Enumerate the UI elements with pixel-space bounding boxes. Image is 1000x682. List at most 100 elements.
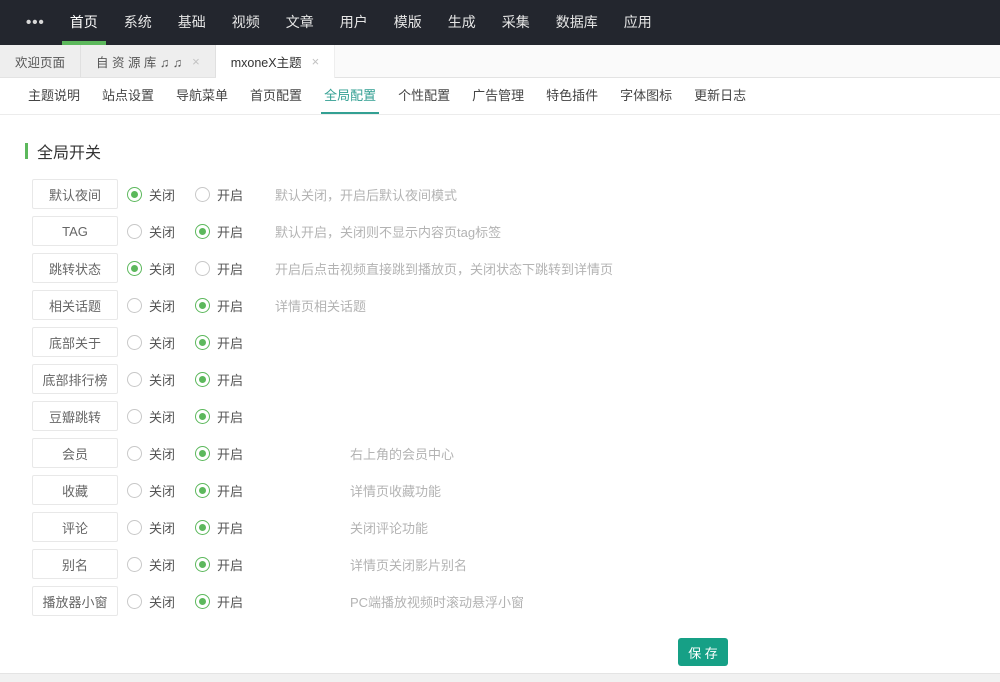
- radio-label: 开启: [217, 370, 243, 389]
- radio-circle-icon[interactable]: [195, 557, 210, 572]
- radio-circle-icon[interactable]: [195, 372, 210, 387]
- radio-on[interactable]: 开启: [195, 444, 263, 463]
- switch-list: 默认夜间关闭开启默认关闭，开启后默认夜间模式TAG关闭开启默认开启，关闭则不显示…: [32, 179, 1000, 616]
- radio-label: 关闭: [149, 555, 175, 574]
- switch-description: 默认开启，关闭则不显示内容页tag标签: [275, 222, 501, 241]
- radio-circle-icon[interactable]: [127, 594, 142, 609]
- radio-circle-icon[interactable]: [195, 483, 210, 498]
- radio-circle-icon[interactable]: [127, 261, 142, 276]
- radio-circle-icon[interactable]: [127, 446, 142, 461]
- switch-label: 别名: [32, 549, 118, 579]
- radio-circle-icon[interactable]: [127, 298, 142, 313]
- section-heading-text: 全局开关: [37, 139, 101, 163]
- top-nav-item-模版[interactable]: 模版: [383, 0, 433, 45]
- radio-on[interactable]: 开启: [195, 296, 263, 315]
- radio-off[interactable]: 关闭: [127, 259, 195, 278]
- radio-label: 关闭: [149, 592, 175, 611]
- radio-off[interactable]: 关闭: [127, 370, 195, 389]
- top-nav-item-生成[interactable]: 生成: [437, 0, 487, 45]
- radio-circle-icon[interactable]: [195, 261, 210, 276]
- save-button[interactable]: 保 存: [678, 638, 728, 666]
- radio-on[interactable]: 开启: [195, 259, 263, 278]
- top-nav-item-用户[interactable]: 用户: [329, 0, 379, 45]
- switch-label: 底部关于: [32, 327, 118, 357]
- switch-description: 详情页关闭影片别名: [350, 555, 467, 574]
- radio-circle-icon[interactable]: [195, 335, 210, 350]
- close-tab-icon[interactable]: ×: [312, 55, 320, 68]
- radio-circle-icon[interactable]: [127, 409, 142, 424]
- window-tab[interactable]: 自 资 源 库 ♫ ♫×: [81, 45, 216, 78]
- settings-tab-特色插件[interactable]: 特色插件: [545, 78, 599, 114]
- top-nav-item-采集[interactable]: 采集: [491, 0, 541, 45]
- radio-circle-icon[interactable]: [195, 298, 210, 313]
- settings-tab-主题说明[interactable]: 主题说明: [27, 78, 81, 114]
- radio-on[interactable]: 开启: [195, 185, 263, 204]
- top-nav-item-系统[interactable]: 系统: [113, 0, 163, 45]
- more-menu-icon[interactable]: •••: [26, 0, 45, 45]
- radio-on[interactable]: 开启: [195, 370, 263, 389]
- radio-circle-icon[interactable]: [127, 224, 142, 239]
- radio-off[interactable]: 关闭: [127, 185, 195, 204]
- radio-label: 开启: [217, 185, 243, 204]
- close-tab-icon[interactable]: ×: [192, 55, 200, 68]
- radio-on[interactable]: 开启: [195, 222, 263, 241]
- switch-row: 会员关闭开启 右上角的会员中心: [32, 438, 1000, 468]
- radio-label: 关闭: [149, 185, 175, 204]
- radio-circle-icon[interactable]: [195, 520, 210, 535]
- radio-circle-icon[interactable]: [127, 187, 142, 202]
- top-nav-item-文章[interactable]: 文章: [275, 0, 325, 45]
- top-nav-item-数据库[interactable]: 数据库: [545, 0, 609, 45]
- radio-on[interactable]: 开启: [195, 481, 263, 500]
- radio-on[interactable]: 开启: [195, 518, 263, 537]
- radio-on[interactable]: 开启: [195, 407, 263, 426]
- radio-circle-icon[interactable]: [195, 594, 210, 609]
- radio-off[interactable]: 关闭: [127, 518, 195, 537]
- radio-circle-icon[interactable]: [127, 372, 142, 387]
- settings-tab-个性配置[interactable]: 个性配置: [397, 78, 451, 114]
- settings-tab-首页配置[interactable]: 首页配置: [249, 78, 303, 114]
- top-nav-item-应用[interactable]: 应用: [613, 0, 663, 45]
- settings-tab-字体图标[interactable]: 字体图标: [619, 78, 673, 114]
- window-tab[interactable]: 欢迎页面: [0, 45, 81, 78]
- radio-off[interactable]: 关闭: [127, 296, 195, 315]
- switch-label: 会员: [32, 438, 118, 468]
- radio-off[interactable]: 关闭: [127, 407, 195, 426]
- radio-circle-icon[interactable]: [195, 446, 210, 461]
- settings-tab-广告管理[interactable]: 广告管理: [471, 78, 525, 114]
- radio-circle-icon[interactable]: [127, 557, 142, 572]
- radio-circle-icon[interactable]: [127, 335, 142, 350]
- switch-row: TAG关闭开启默认开启，关闭则不显示内容页tag标签: [32, 216, 1000, 246]
- radio-off[interactable]: 关闭: [127, 444, 195, 463]
- settings-panel: 全局开关 默认夜间关闭开启默认关闭，开启后默认夜间模式TAG关闭开启默认开启，关…: [0, 115, 1000, 666]
- radio-off[interactable]: 关闭: [127, 481, 195, 500]
- radio-circle-icon[interactable]: [195, 224, 210, 239]
- radio-label: 关闭: [149, 296, 175, 315]
- radio-on[interactable]: 开启: [195, 333, 263, 352]
- radio-circle-icon[interactable]: [127, 520, 142, 535]
- radio-circle-icon[interactable]: [195, 187, 210, 202]
- radio-circle-icon[interactable]: [127, 483, 142, 498]
- switch-row: 收藏关闭开启详情页收藏功能: [32, 475, 1000, 505]
- settings-tab-更新日志[interactable]: 更新日志: [693, 78, 747, 114]
- top-nav-item-视频[interactable]: 视频: [221, 0, 271, 45]
- switch-label: 跳转状态: [32, 253, 118, 283]
- switch-description: 右上角的会员中心: [350, 444, 454, 463]
- window-tab-label: mxoneX主题: [231, 52, 302, 71]
- radio-off[interactable]: 关闭: [127, 592, 195, 611]
- radio-off[interactable]: 关闭: [127, 333, 195, 352]
- radio-on[interactable]: 开启: [195, 555, 263, 574]
- settings-tab-全局配置[interactable]: 全局配置: [323, 78, 377, 114]
- switch-label: 底部排行榜: [32, 364, 118, 394]
- radio-on[interactable]: 开启: [195, 592, 263, 611]
- top-nav-item-基础[interactable]: 基础: [167, 0, 217, 45]
- settings-tab-站点设置[interactable]: 站点设置: [101, 78, 155, 114]
- window-tab[interactable]: mxoneX主题 ×: [216, 45, 335, 78]
- radio-label: 开启: [217, 407, 243, 426]
- radio-circle-icon[interactable]: [195, 409, 210, 424]
- radio-off[interactable]: 关闭: [127, 555, 195, 574]
- switch-description: 详情页相关话题: [275, 296, 366, 315]
- settings-tab-导航菜单[interactable]: 导航菜单: [175, 78, 229, 114]
- top-nav-item-首页[interactable]: 首页: [59, 0, 109, 45]
- radio-label: 开启: [217, 259, 243, 278]
- radio-off[interactable]: 关闭: [127, 222, 195, 241]
